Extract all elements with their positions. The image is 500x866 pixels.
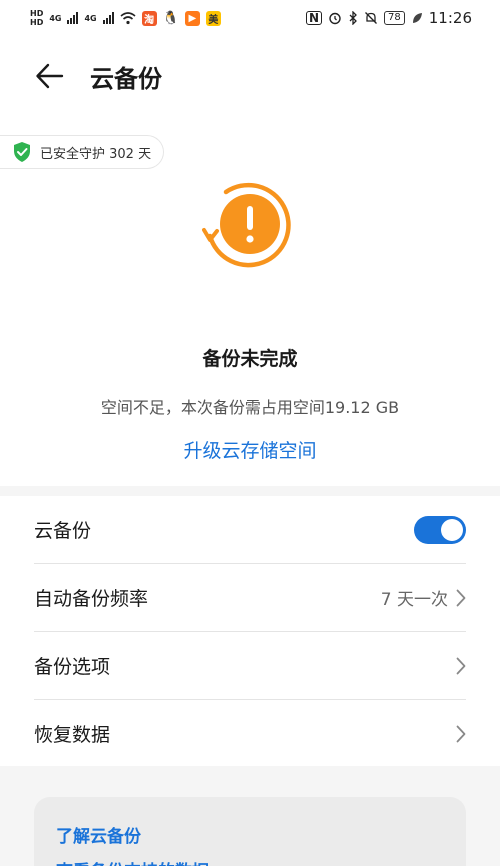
page-title: 云备份: [90, 64, 162, 93]
cloud-backup-label: 云备份: [34, 520, 92, 542]
meituan-app-icon: 美: [205, 10, 221, 26]
auto-frequency-row[interactable]: 自动备份频率 7 天一次: [34, 564, 466, 631]
leaf-icon: [412, 13, 422, 23]
settings-list: 云备份 自动备份频率 7 天一次 备份选项 恢复数据: [0, 496, 500, 766]
hd-tag-2: HD: [30, 18, 44, 27]
restore-data-row[interactable]: 恢复数据: [34, 700, 466, 767]
status-bar-right: N 78 11:26: [305, 9, 472, 27]
chevron-right-icon: [456, 725, 466, 742]
chevron-right-icon: [456, 657, 466, 674]
back-button[interactable]: [32, 58, 68, 94]
auto-frequency-right: 7 天一次: [381, 585, 466, 610]
network-type-1: 4G: [49, 13, 62, 23]
supported-data-link[interactable]: 查看备份支持的数据: [56, 857, 209, 866]
learn-cloud-backup-link[interactable]: 了解云备份: [56, 822, 141, 847]
network-type-2: 4G: [84, 13, 97, 23]
protection-days-chip: 已安全守护 302 天: [0, 135, 165, 169]
backup-status-card: 已安全守护 302 天 备份未完成 空间不足，本次备份需占用空间19.12 GB…: [0, 116, 500, 486]
alarm-icon: [329, 12, 341, 25]
status-bar: HD HD 4G 4G 淘 🐧 ▶ 美 N 78 11:26: [0, 0, 500, 36]
warning-icon: [202, 182, 291, 268]
wifi-icon: [120, 12, 136, 25]
taobao-app-icon: 淘: [141, 10, 157, 26]
toggle-knob: [441, 518, 463, 541]
hd-indicator: HD HD: [30, 9, 43, 27]
backup-status-description: 空间不足，本次备份需占用空间19.12 GB: [100, 398, 400, 417]
hd-tag-1: HD: [30, 9, 44, 18]
learn-more-card: 了解云备份 查看备份支持的数据: [34, 797, 466, 866]
app-header: 云备份: [0, 36, 500, 116]
status-bar-left: HD HD 4G 4G 淘 🐧 ▶ 美: [30, 9, 221, 27]
backup-options-label: 备份选项: [34, 656, 111, 678]
protection-days-text: 已安全守护 302 天: [40, 146, 152, 162]
backup-status-title: 备份未完成: [202, 348, 298, 370]
clock-time: 11:26: [428, 9, 472, 27]
cloud-backup-row: 云备份: [34, 496, 466, 563]
back-arrow-icon: [36, 63, 64, 89]
signal-icon-2: [102, 12, 114, 24]
nfc-icon: N: [305, 11, 323, 25]
backup-options-row[interactable]: 备份选项: [34, 632, 466, 699]
cloud-backup-toggle[interactable]: [414, 515, 466, 544]
shield-check-icon: [14, 142, 30, 162]
signal-icon: [67, 12, 79, 24]
bluetooth-icon: [349, 11, 357, 25]
mute-bell-icon: [365, 12, 377, 24]
chevron-right-icon: [456, 589, 466, 606]
restore-data-label: 恢复数据: [34, 724, 111, 746]
upgrade-storage-link[interactable]: 升级云存储空间: [0, 436, 500, 463]
battery-icon: 78: [384, 11, 405, 25]
auto-frequency-value: 7 天一次: [380, 590, 448, 610]
video-app-icon: ▶: [184, 10, 200, 26]
auto-frequency-label: 自动备份频率: [34, 588, 149, 610]
qq-app-icon: 🐧: [162, 10, 179, 26]
